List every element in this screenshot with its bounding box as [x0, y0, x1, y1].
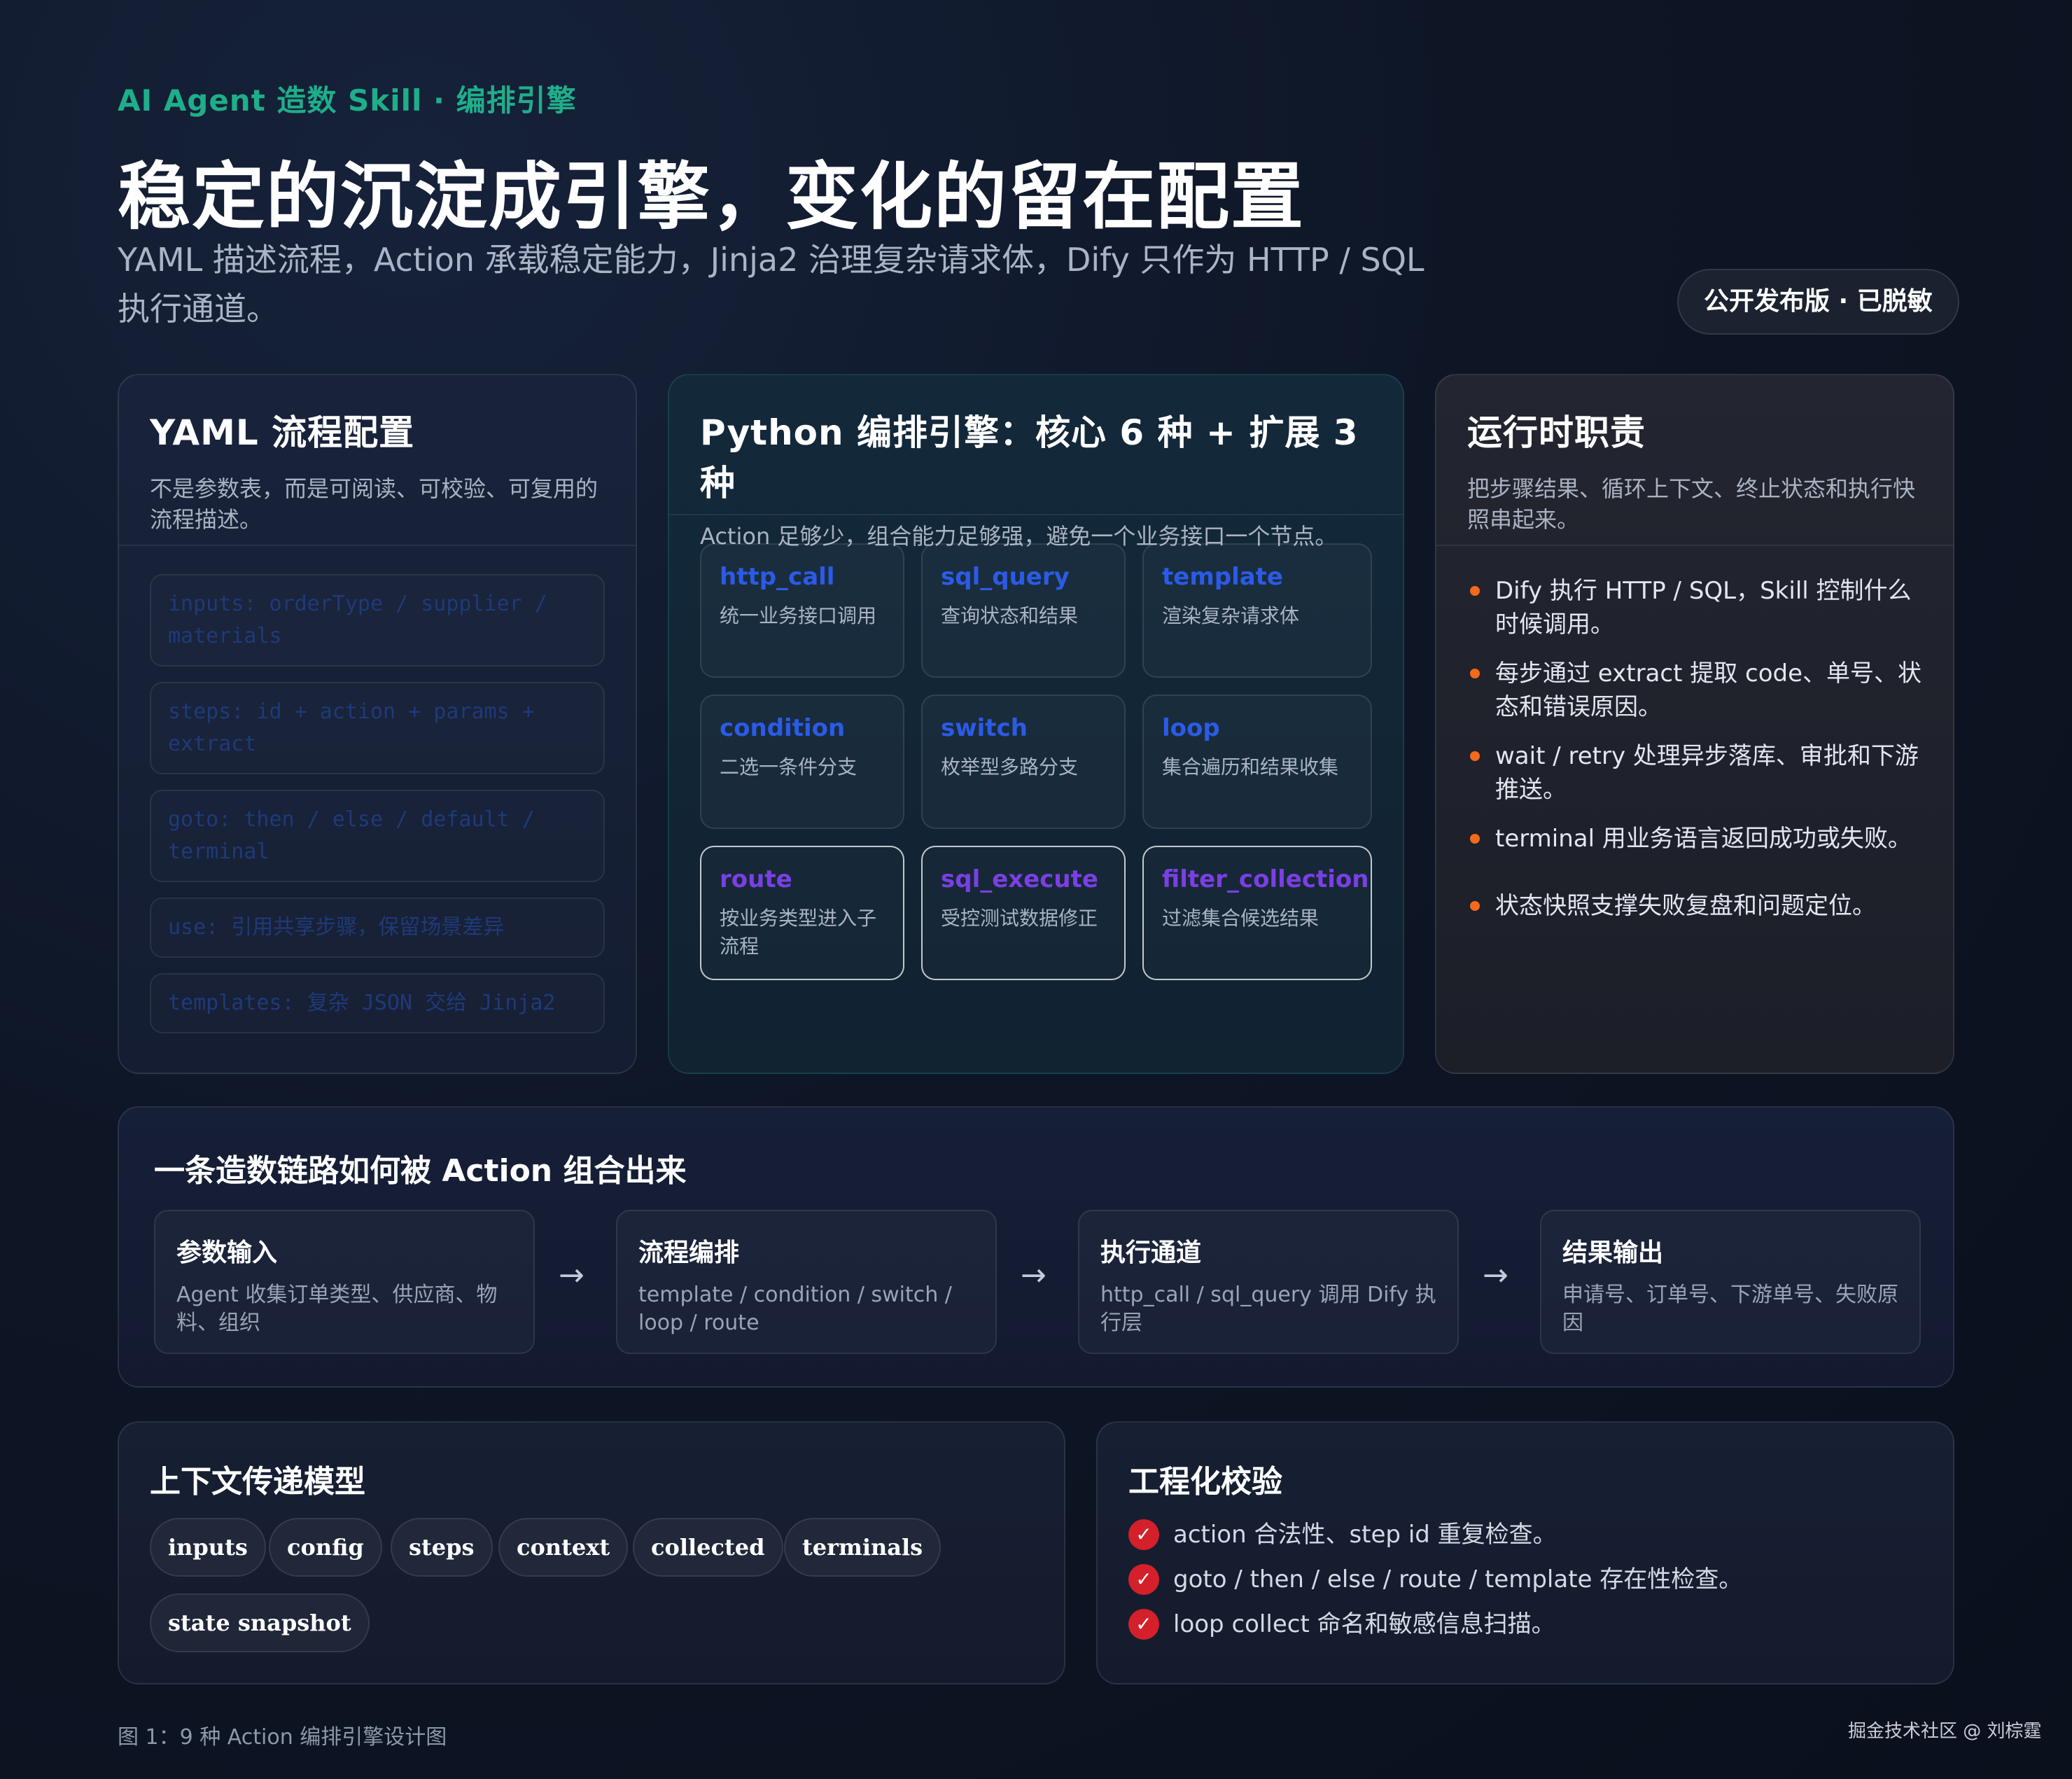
- check-list: ✓ action 合法性、step id 重复检查。 ✓ goto / then…: [1128, 1518, 1742, 1652]
- step-desc: template / condition / switch / loop / r…: [638, 1283, 952, 1335]
- action-desc: 二选一条件分支: [720, 755, 858, 779]
- check-icon: ✓: [1128, 1564, 1159, 1595]
- page-title: 稳定的沉淀成引擎，变化的留在配置: [118, 154, 1306, 239]
- watermark: 掘金技术社区 @ 刘棕霆: [1848, 1721, 2042, 1742]
- check-item: ✓ action 合法性、step id 重复检查。: [1128, 1518, 1742, 1551]
- yaml-panel-title: YAML 流程配置: [150, 412, 415, 453]
- step-title: 参数输入: [176, 1239, 278, 1267]
- runtime-panel-desc: 把步骤结果、循环上下文、终止状态和执行快照串起来。: [1467, 475, 1916, 533]
- yaml-item-templates: templates: 复杂 JSON 交给 Jinja2: [150, 973, 605, 1033]
- action-name: sql_execute: [941, 865, 1098, 893]
- chain-step-execution: 执行通道 http_call / sql_query 调用 Dify 执行层: [1078, 1210, 1459, 1354]
- action-desc: 查询状态和结果: [941, 604, 1079, 627]
- check-icon: ✓: [1128, 1609, 1159, 1640]
- action-desc: 过滤集合候选结果: [1162, 907, 1320, 930]
- check-item-text: action 合法性、step id 重复检查。: [1173, 1521, 1557, 1549]
- step-desc: Agent 收集订单类型、供应商、物料、组织: [176, 1283, 498, 1335]
- runtime-item: wait / retry 处理异步落库、审批和下游推送。: [1467, 739, 1925, 807]
- step-title: 执行通道: [1100, 1239, 1202, 1267]
- step-title: 流程编排: [638, 1239, 740, 1267]
- action-desc: 渲染复杂请求体: [1162, 604, 1300, 627]
- arrow-right-icon: →: [559, 1257, 584, 1293]
- action-card-template: template 渲染复杂请求体: [1142, 543, 1372, 678]
- action-card-sql-query: sql_query 查询状态和结果: [921, 543, 1126, 678]
- context-chip: inputs: [150, 1518, 266, 1577]
- chain-step-input: 参数输入 Agent 收集订单类型、供应商、物料、组织: [154, 1210, 535, 1354]
- action-name: http_call: [720, 563, 835, 591]
- python-panel-header: Python 编排引擎：核心 6 种 + 扩展 3 种 Action 足够少，组…: [669, 375, 1403, 550]
- action-card-route: route 按业务类型进入子流程: [700, 846, 904, 980]
- step-title: 结果输出: [1562, 1239, 1664, 1267]
- action-chain-panel: 一条造数链路如何被 Action 组合出来 参数输入 Agent 收集订单类型、…: [118, 1106, 1954, 1388]
- action-name: route: [720, 865, 792, 893]
- chain-step-output: 结果输出 申请号、订单号、下游单号、失败原因: [1540, 1210, 1921, 1354]
- yaml-panel-desc: 不是参数表，而是可阅读、可校验、可复用的流程描述。: [150, 475, 598, 533]
- action-card-filter-collection: filter_collection 过滤集合候选结果: [1142, 846, 1372, 980]
- context-chip: steps: [391, 1518, 493, 1577]
- action-name: template: [1162, 563, 1283, 591]
- context-chip: config: [269, 1518, 382, 1577]
- action-desc: 统一业务接口调用: [720, 604, 877, 627]
- context-panel-title: 上下文传递模型: [150, 1464, 365, 1500]
- context-chip: state snapshot: [150, 1593, 370, 1652]
- engineering-check-panel: 工程化校验 ✓ action 合法性、step id 重复检查。 ✓ goto …: [1096, 1421, 1954, 1684]
- runtime-list: Dify 执行 HTTP / SQL，Skill 控制什么时候调用。 每步通过 …: [1436, 546, 1953, 923]
- action-card-http-call: http_call 统一业务接口调用: [700, 543, 904, 678]
- yaml-item-use: use: 引用共享步骤，保留场景差异: [150, 898, 605, 958]
- check-item: ✓ goto / then / else / route / template …: [1128, 1563, 1742, 1596]
- action-name: loop: [1162, 714, 1220, 742]
- runtime-item: 每步通过 extract 提取 code、单号、状态和错误原因。: [1467, 657, 1925, 724]
- runtime-panel-title: 运行时职责: [1467, 412, 1646, 453]
- runtime-item: Dify 执行 HTTP / SQL，Skill 控制什么时候调用。: [1467, 574, 1925, 641]
- yaml-item-goto: goto: then / else / default / terminal: [150, 790, 605, 882]
- yaml-item-steps: steps: id + action + params + extract: [150, 682, 605, 774]
- runtime-panel-header: 运行时职责 把步骤结果、循环上下文、终止状态和执行快照串起来。: [1436, 375, 1953, 546]
- action-card-condition: condition 二选一条件分支: [700, 695, 904, 829]
- runtime-item: terminal 用业务语言返回成功或失败。: [1467, 822, 1925, 856]
- yaml-panel-header: YAML 流程配置 不是参数表，而是可阅读、可校验、可复用的流程描述。: [119, 375, 636, 546]
- figure-caption: 图 1：9 种 Action 编排引擎设计图: [118, 1725, 447, 1750]
- yaml-item-inputs: inputs: orderType / supplier / materials: [150, 574, 605, 667]
- check-icon: ✓: [1128, 1519, 1159, 1550]
- yaml-item-list: inputs: orderType / supplier / materials…: [119, 546, 636, 1033]
- eyebrow-label: AI Agent 造数 Skill · 编排引擎: [118, 83, 577, 118]
- engineering-panel-title: 工程化校验: [1128, 1464, 1282, 1500]
- check-item-text: loop collect 命名和敏感信息扫描。: [1173, 1610, 1555, 1638]
- context-chip: context: [498, 1518, 629, 1577]
- action-desc: 按业务类型进入子流程: [720, 907, 877, 958]
- action-name: sql_query: [941, 563, 1070, 591]
- chain-panel-title: 一条造数链路如何被 Action 组合出来: [154, 1153, 687, 1189]
- step-desc: 申请号、订单号、下游单号、失败原因: [1562, 1283, 1898, 1335]
- context-chip: collected: [633, 1518, 783, 1577]
- action-name: filter_collection: [1162, 865, 1369, 893]
- action-desc: 受控测试数据修正: [941, 907, 1098, 930]
- chain-step-orchestration: 流程编排 template / condition / switch / loo…: [616, 1210, 997, 1354]
- release-badge: 公开发布版 · 已脱敏: [1677, 269, 1959, 335]
- check-item-text: goto / then / else / route / template 存在…: [1173, 1565, 1743, 1593]
- yaml-config-panel: YAML 流程配置 不是参数表，而是可阅读、可校验、可复用的流程描述。 inpu…: [118, 374, 637, 1074]
- runtime-item: 状态快照支撑失败复盘和问题定位。: [1467, 889, 1925, 923]
- runtime-panel: 运行时职责 把步骤结果、循环上下文、终止状态和执行快照串起来。 Dify 执行 …: [1435, 374, 1954, 1074]
- python-engine-panel: Python 编排引擎：核心 6 种 + 扩展 3 种 Action 足够少，组…: [668, 374, 1404, 1074]
- action-card-loop: loop 集合遍历和结果收集: [1142, 695, 1372, 829]
- context-model-panel: 上下文传递模型 inputs config steps context coll…: [118, 1421, 1065, 1684]
- action-desc: 枚举型多路分支: [941, 755, 1079, 779]
- action-name: switch: [941, 714, 1028, 742]
- action-name: condition: [720, 714, 846, 742]
- page-subtitle: YAML 描述流程，Action 承载稳定能力，Jinja2 治理复杂请求体，D…: [118, 241, 1424, 328]
- arrow-right-icon: →: [1483, 1257, 1508, 1293]
- context-chip: terminals: [784, 1518, 941, 1577]
- action-desc: 集合遍历和结果收集: [1162, 755, 1339, 779]
- arrow-right-icon: →: [1021, 1257, 1046, 1293]
- check-item: ✓ loop collect 命名和敏感信息扫描。: [1128, 1607, 1742, 1641]
- action-card-switch: switch 枚举型多路分支: [921, 695, 1126, 829]
- action-card-sql-execute: sql_execute 受控测试数据修正: [921, 846, 1126, 980]
- step-desc: http_call / sql_query 调用 Dify 执行层: [1100, 1283, 1436, 1335]
- python-panel-title: Python 编排引擎：核心 6 种 + 扩展 3 种: [700, 412, 1359, 503]
